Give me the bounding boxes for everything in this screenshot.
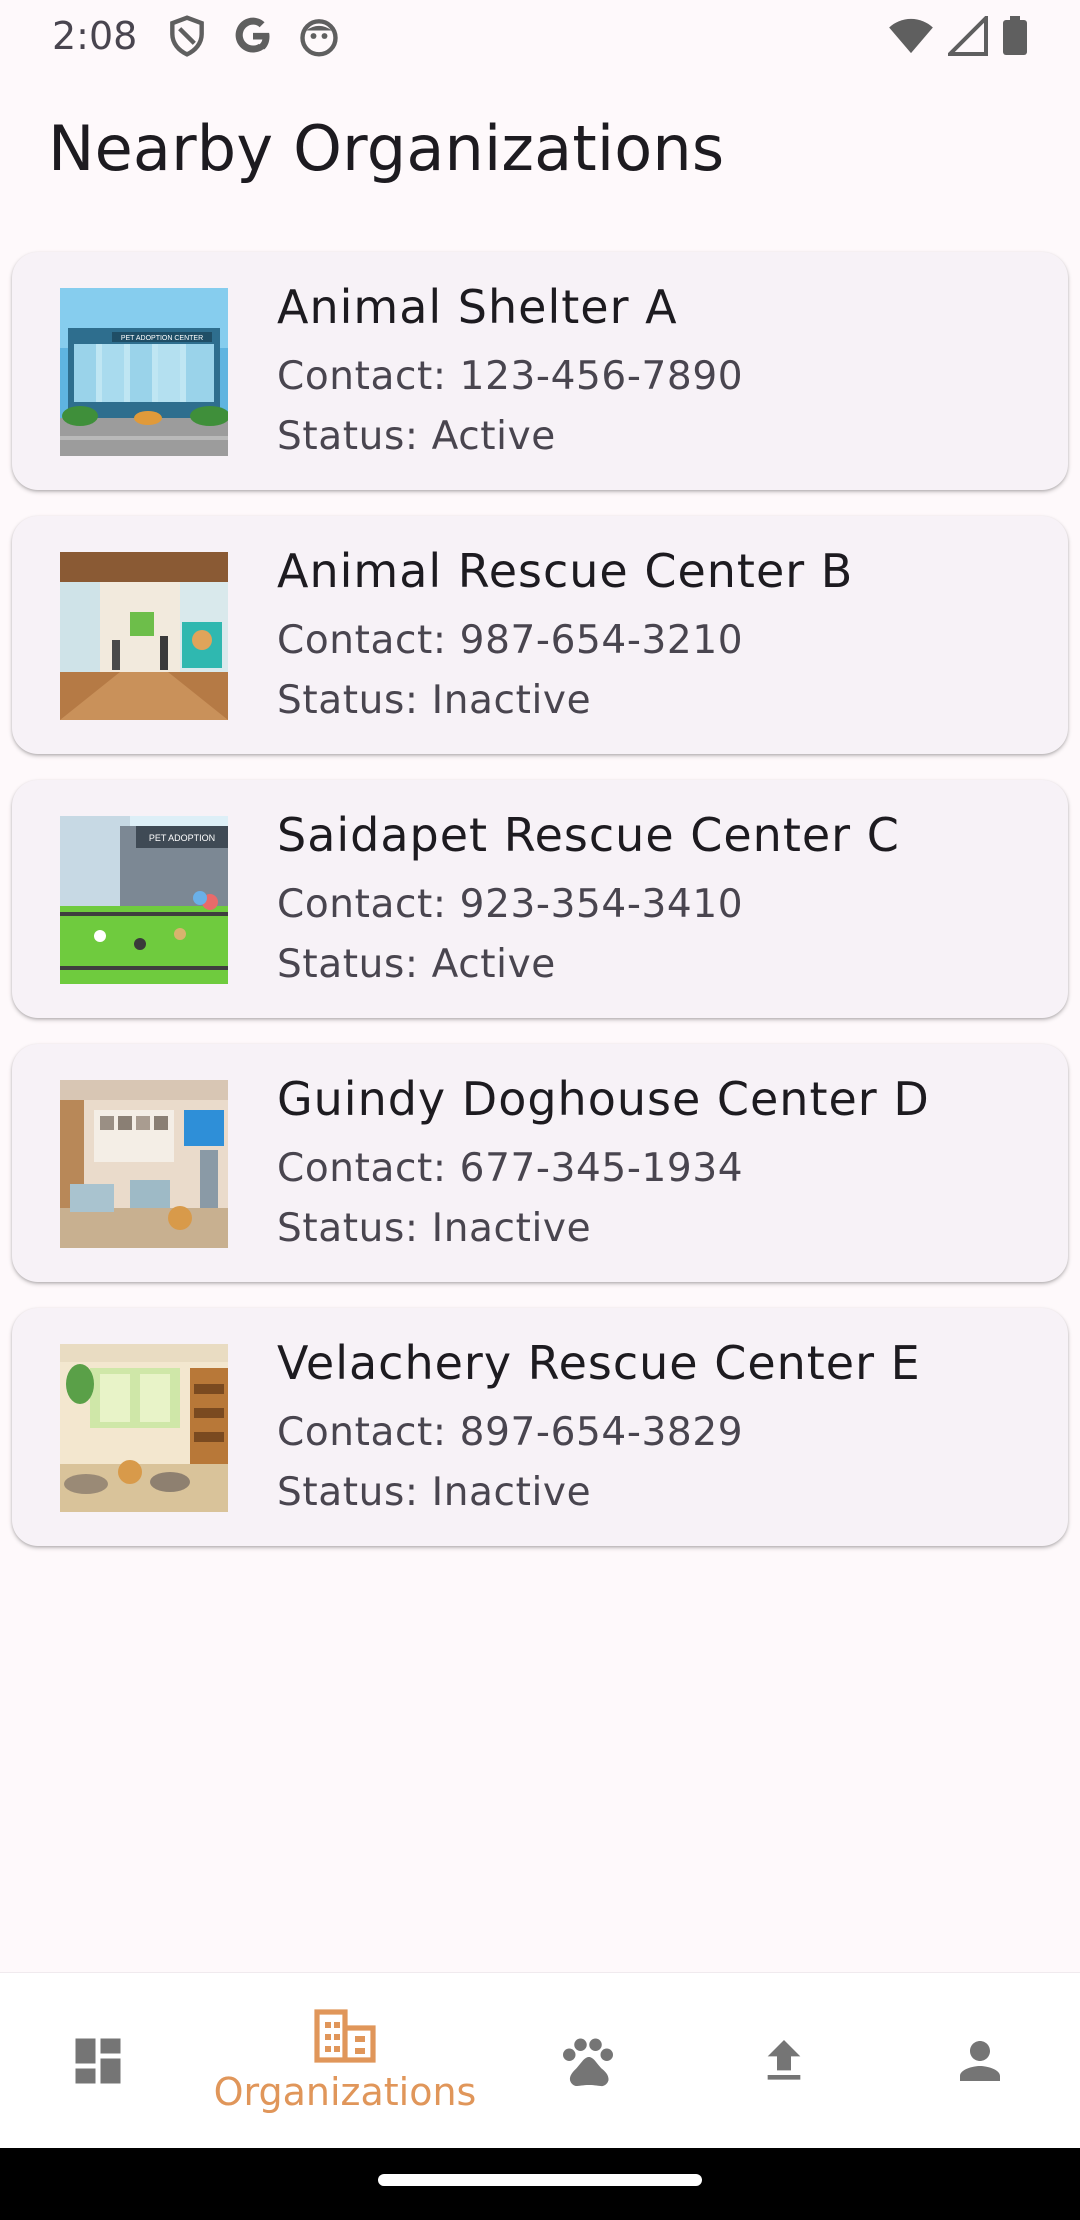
person-icon [960,2041,1000,2081]
organization-contact: Contact: 923-354-3410 [277,882,744,927]
image-sign-text: PET ADOPTION CENTER [121,335,203,342]
organization-contact: Contact: 897-654-3829 [277,1410,744,1455]
organization-status: Status: Inactive [277,1206,592,1251]
organization-card[interactable]: Guindy Doghouse Center D Contact: 677-34… [12,1044,1068,1282]
gesture-navigation-bar [0,2148,1080,2220]
organization-contact: Contact: 123-456-7890 [277,354,744,399]
cellular-signal-icon [948,16,988,56]
paw-icon [563,2038,613,2087]
organization-status: Status: Inactive [277,1470,592,1515]
bottom-navigation: Organizations [0,1972,1080,2148]
nav-pets[interactable] [548,1973,628,2149]
organization-status: Status: Active [277,414,556,459]
organization-status: Status: Inactive [277,678,592,723]
organization-list: PET ADOPTION CENTER Animal Shelter A Con… [12,252,1068,1572]
nav-upload[interactable] [744,1973,824,2149]
google-icon [235,17,270,53]
status-time: 2:08 [52,14,138,58]
organization-image [60,1344,228,1512]
home-gesture-handle[interactable] [378,2174,702,2186]
organization-image: PET ADOPTION CENTER [60,288,228,456]
organization-contact: Contact: 677-345-1934 [277,1146,744,1191]
image-sign-text: PET ADOPTION [149,833,215,843]
status-bar: 2:08 [0,0,1080,72]
status-notification-icons [165,14,341,58]
organization-name: Guindy Doghouse Center D [277,1072,930,1126]
organization-card[interactable]: Animal Rescue Center B Contact: 987-654-… [12,516,1068,754]
organization-image [60,1080,228,1248]
organization-contact: Contact: 987-654-3210 [277,618,744,663]
page-title: Nearby Organizations [48,112,725,185]
organization-card[interactable]: PET ADOPTION CENTER Animal Shelter A Con… [12,252,1068,490]
organization-name: Saidapet Rescue Center C [277,808,900,862]
organization-status: Status: Active [277,942,556,987]
shield-icon [170,15,205,57]
organization-name: Animal Shelter A [277,280,678,334]
organization-image: PET ADOPTION [60,816,228,984]
organization-image [60,552,228,720]
nav-organizations-label: Organizations [213,2070,477,2114]
wifi-icon [889,18,933,54]
organization-card[interactable]: Velachery Rescue Center E Contact: 897-6… [12,1308,1068,1546]
dashboard-icon [75,2038,121,2084]
organization-name: Animal Rescue Center B [277,544,854,598]
organization-name: Velachery Rescue Center E [277,1336,921,1390]
status-system-icons [888,16,1028,56]
battery-icon [1003,16,1027,55]
screen: 2:08 Nearby Organizations PET ADOPTION C… [0,0,1080,2220]
upload-icon [767,2040,801,2080]
android-face-icon [300,19,339,57]
organization-card[interactable]: PET ADOPTION Saidapet Rescue Center C Co… [12,780,1068,1018]
organizations-icon [314,2009,376,2063]
nav-dashboard[interactable] [48,1973,148,2149]
nav-profile[interactable] [940,1973,1020,2149]
nav-organizations[interactable]: Organizations [200,1973,490,2149]
